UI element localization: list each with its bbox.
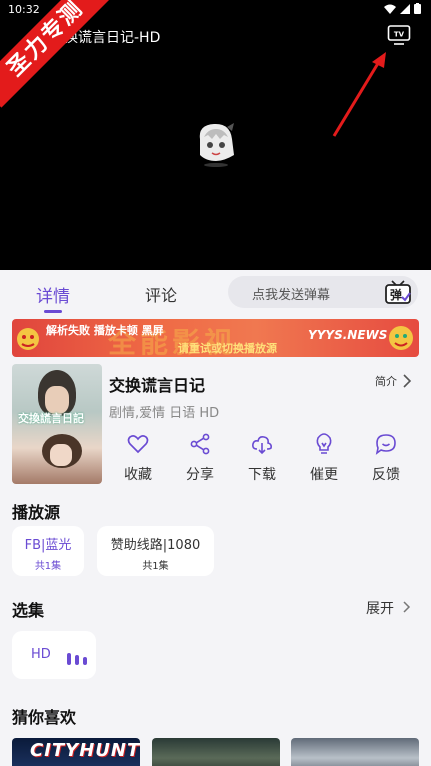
recommend-item[interactable] [152,738,280,766]
danmaku-icon-label: 弹 [390,287,402,302]
poster-title: 交換謊言日記 [18,412,84,425]
chevron-right-icon[interactable] [402,600,412,614]
expand-button[interactable]: 展开 [366,598,394,618]
heart-icon [127,435,149,454]
share-icon [190,433,210,455]
status-time: 10:32 [8,3,40,16]
tab-detail[interactable]: 详情 [36,282,70,307]
favorite-label: 收藏 [124,467,152,483]
wifi-icon [384,4,396,14]
lion-dance-right-icon [389,326,413,350]
share-button[interactable]: 分享 [170,432,230,484]
lion-dance-left-icon [17,328,39,350]
source-count: 共1集 [34,561,62,572]
poster-figure-2-face [50,444,72,466]
banner-site: YYYS.NEWS [308,328,388,342]
signal-icon [400,3,410,14]
source-name: FB|蓝光 [24,538,72,553]
episode-label: HD [31,647,51,662]
episodes-title: 选集 [12,601,45,620]
intro-link[interactable]: 简介 [375,373,397,389]
urge-update-label: 催更 [310,467,338,483]
movie-poster: 交換謊言日記 [12,364,102,484]
recommend-item[interactable]: CITYHUNTER [12,738,140,766]
movie-title: 交换谎言日记 [109,376,206,395]
source-item-sponsor-1080[interactable]: 赞助线路|1080 共1集 [97,526,214,576]
battery-icon [414,3,421,14]
feedback-label: 反馈 [372,467,400,483]
feedback-button[interactable]: 反馈 [356,432,416,484]
danmaku-placeholder: 点我发送弹幕 [252,288,331,303]
tab-comment[interactable]: 评论 [145,282,177,306]
tv-cast-icon[interactable]: TV [387,24,411,46]
download-button[interactable]: 下载 [232,432,292,484]
source-name: 赞助线路|1080 [110,538,201,553]
share-label: 分享 [186,467,214,483]
status-icons [384,3,421,14]
source-item-fb-bluray[interactable]: FB|蓝光 共1集 [12,526,84,576]
banner-line1: 解析失败 播放卡顿 黑屏 [46,324,164,337]
sources-title: 播放源 [12,503,61,522]
loading-mascot-icon [199,123,234,167]
tab-active-indicator [44,310,62,313]
source-count: 共1集 [142,561,169,572]
download-label: 下载 [248,467,276,483]
promo-banner[interactable]: 全能影视 解析失败 播放卡顿 黑屏 请重试或切换播放源 YYYS.NEWS [12,319,419,357]
recommend-item[interactable] [291,738,419,766]
favorite-button[interactable]: 收藏 [108,432,168,484]
danmaku-toggle-icon[interactable]: 弹 [384,279,412,305]
red-arrow-annotation-icon [332,52,386,137]
chevron-right-icon[interactable] [402,373,412,389]
video-player[interactable]: 10:32 换谎言日记-HD TV 圣力专测 [0,0,431,270]
svg-text:TV: TV [394,31,405,39]
chat-bubble-icon [375,434,396,455]
action-bar: 收藏 分享 下载 催更 反馈 [108,432,418,488]
episode-item-hd[interactable]: HD [12,631,96,679]
recommend-title: 猜你喜欢 [12,708,77,727]
recommend-logo: CITYHUNTER [30,740,140,761]
banner-line2: 请重试或切换播放源 [178,342,277,355]
urge-update-button[interactable]: 催更 [294,432,354,484]
playing-bars-icon [67,653,87,665]
lightbulb-icon [316,433,332,454]
movie-tags: 剧情,爱情 日语 HD [109,406,220,421]
cloud-download-icon [252,436,272,455]
danmaku-input[interactable]: 点我发送弹幕 弹 [228,276,418,308]
